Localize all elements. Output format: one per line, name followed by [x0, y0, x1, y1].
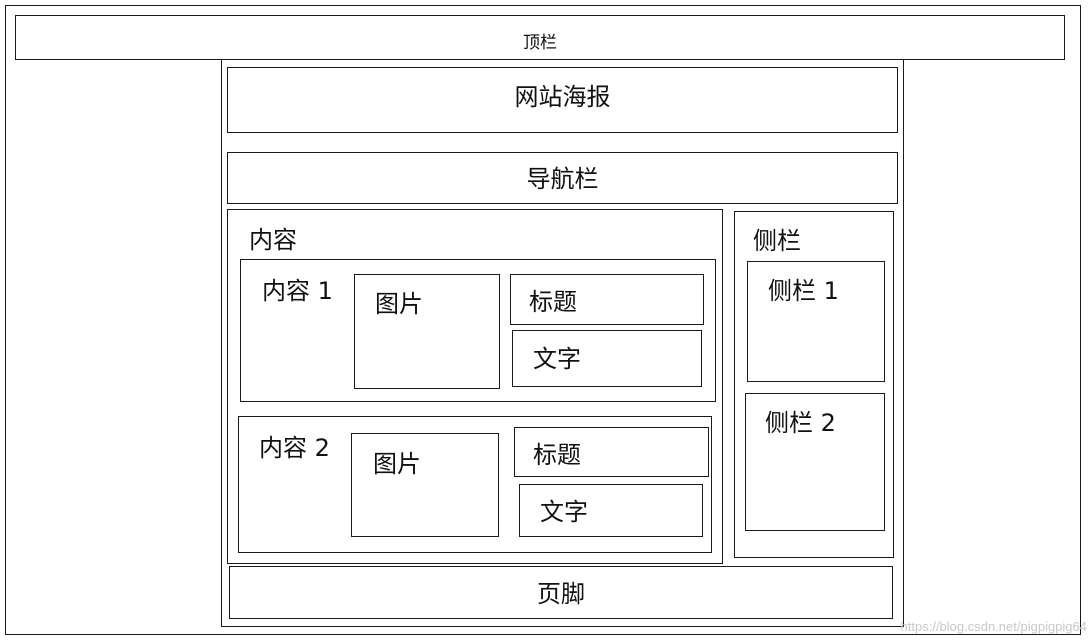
content-item-1-image-label: 图片	[375, 290, 423, 318]
top-bar-box: 顶栏	[15, 15, 1065, 60]
sidebar-item-2-label: 侧栏 2	[765, 409, 836, 437]
content-item-1-title-box: 标题	[510, 274, 704, 325]
content-item-1-text-label: 文字	[533, 345, 581, 373]
sidebar-item-2-box: 侧栏 2	[745, 393, 885, 531]
sidebar-item-1-label: 侧栏 1	[768, 277, 839, 305]
content-item-2-title-box: 标题	[514, 427, 709, 477]
sidebar-label: 侧栏	[753, 227, 801, 255]
banner-label: 网站海报	[514, 83, 611, 111]
footer-label: 页脚	[537, 580, 585, 608]
content-item-2-text-label: 文字	[540, 498, 588, 526]
nav-box: 导航栏	[227, 152, 898, 204]
footer-box: 页脚	[229, 566, 893, 619]
content-item-2-image-box: 图片	[351, 433, 499, 537]
content-label: 内容	[249, 226, 297, 254]
content-item-2-image-label: 图片	[373, 450, 421, 478]
sidebar-item-1-box: 侧栏 1	[747, 261, 885, 382]
nav-label: 导航栏	[526, 165, 599, 193]
content-item-1-title-label: 标题	[529, 288, 577, 316]
content-item-2-text-box: 文字	[519, 484, 703, 537]
content-item-1-label: 内容 1	[262, 277, 333, 305]
content-item-1-text-box: 文字	[512, 330, 702, 387]
watermark: https://blog.csdn.net/pigpigpig64	[900, 619, 1087, 634]
banner-box: 网站海报	[227, 67, 898, 133]
content-item-2-title-label: 标题	[533, 441, 581, 469]
content-item-2-label: 内容 2	[259, 434, 330, 462]
top-bar-label: 顶栏	[523, 33, 557, 53]
content-item-1-image-box: 图片	[354, 274, 500, 389]
